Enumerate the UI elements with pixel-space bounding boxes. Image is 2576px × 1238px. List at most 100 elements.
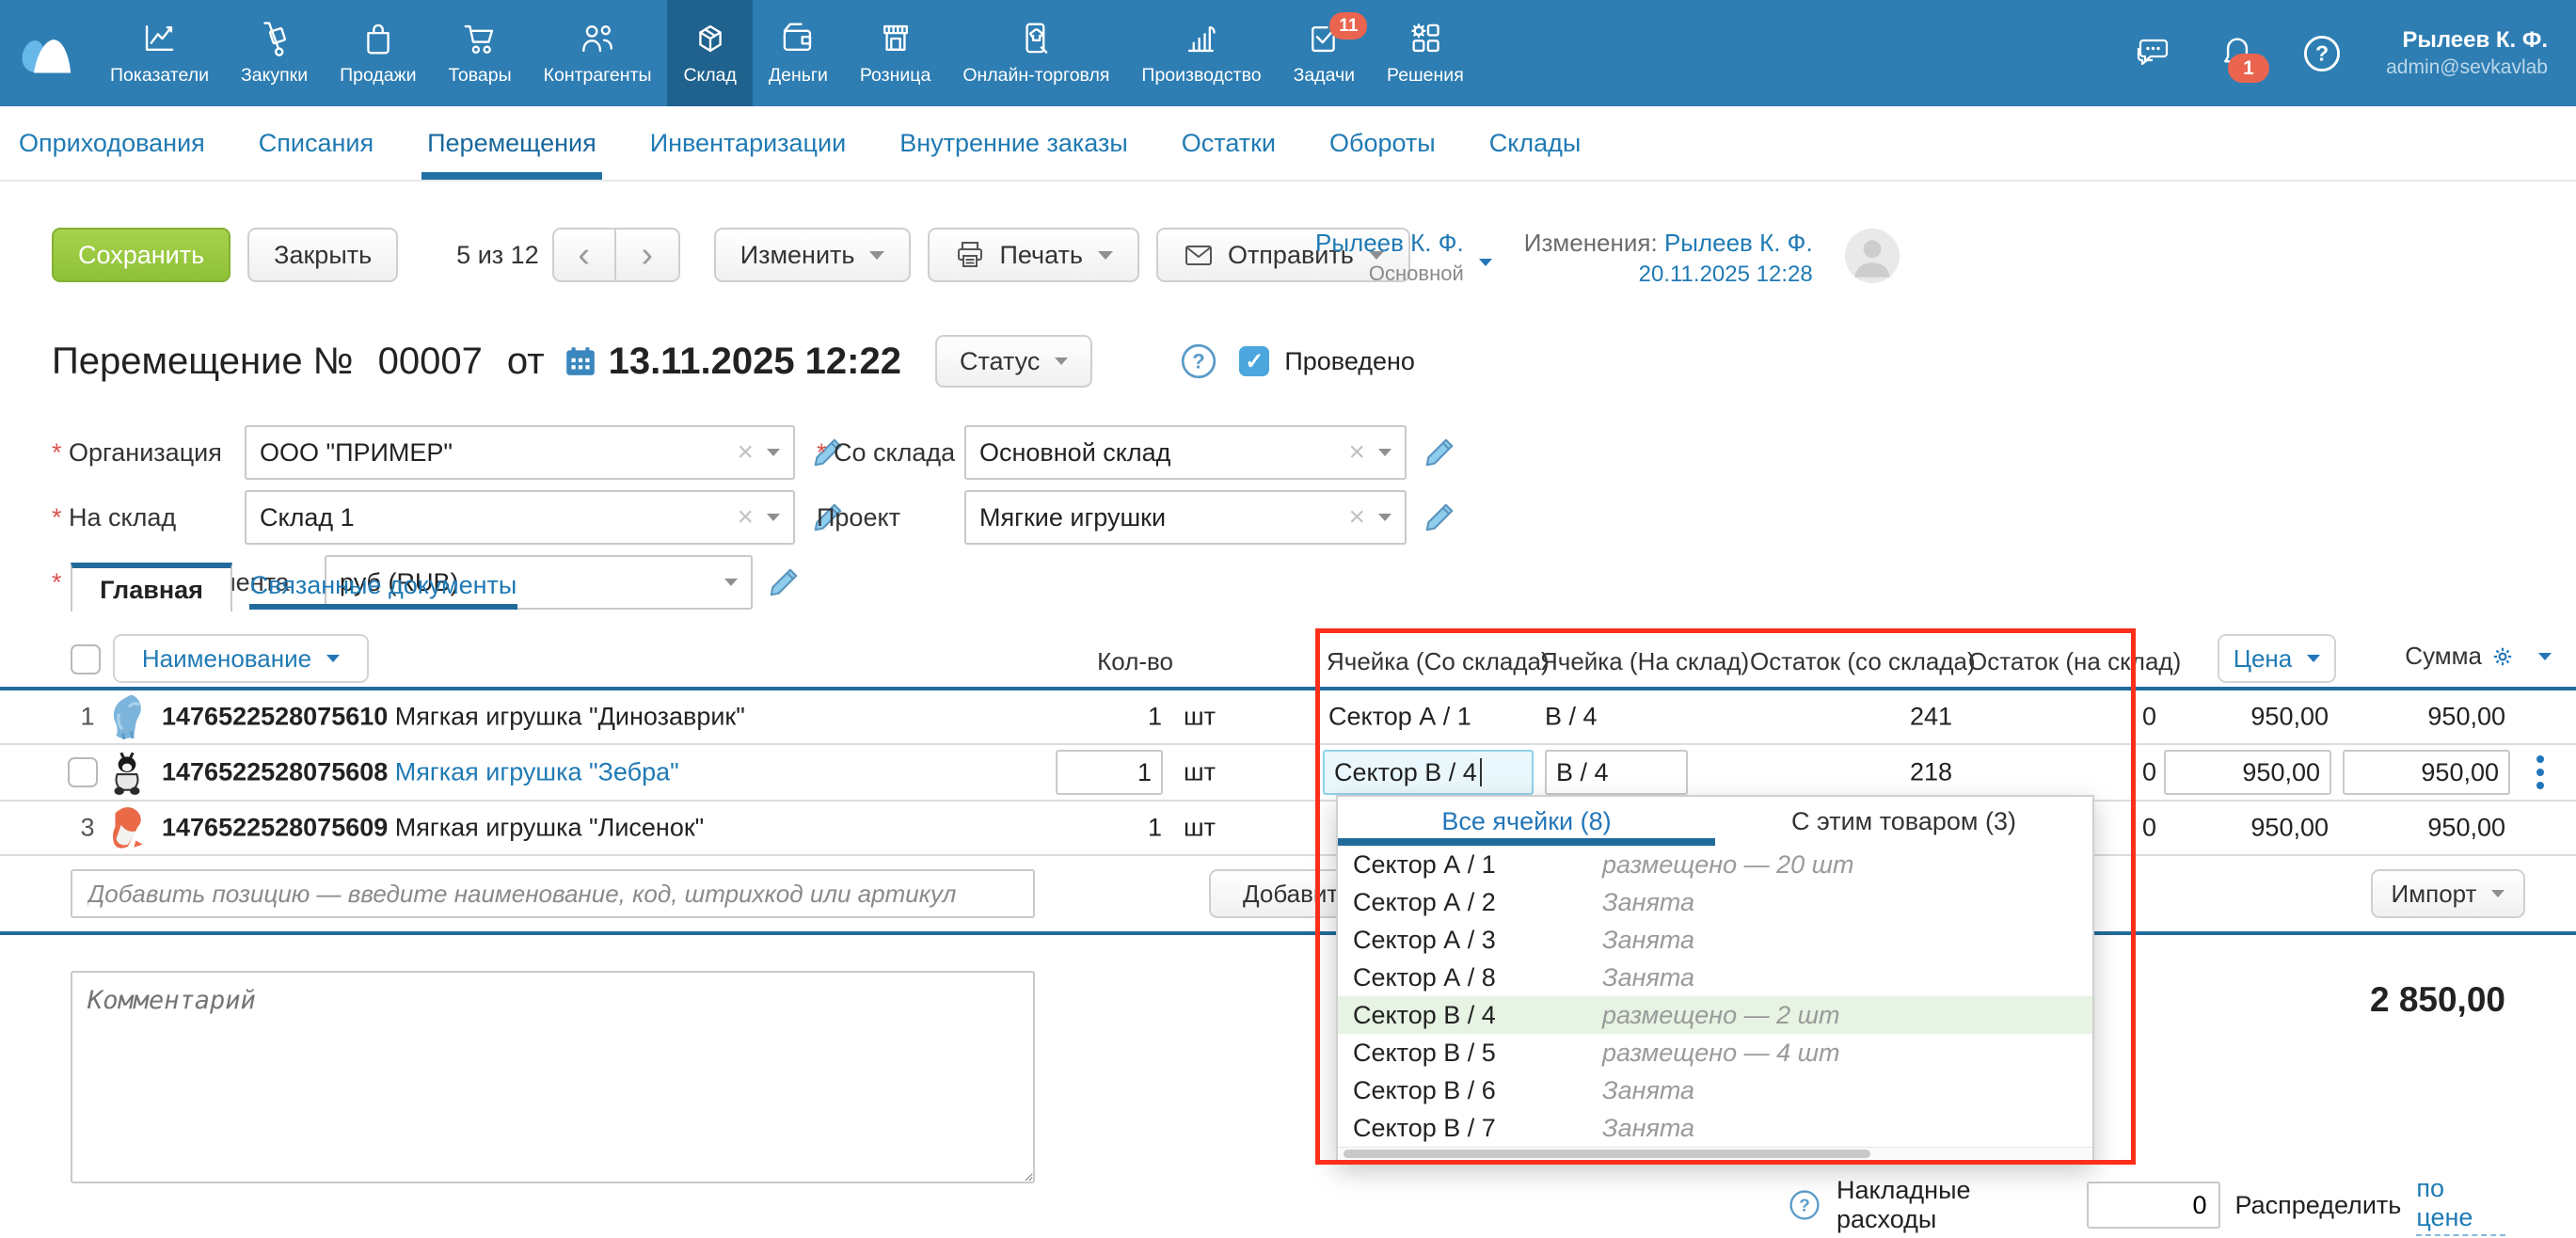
print-menu-button[interactable]: Печать	[928, 228, 1138, 282]
quantity-input[interactable]	[1056, 750, 1163, 795]
clear-icon[interactable]: ×	[737, 501, 754, 533]
calendar-icon[interactable]	[564, 344, 597, 378]
table-row[interactable]: 3 1476522528075609 Мягкая игрушка "Лисен…	[0, 802, 2576, 856]
tab-main[interactable]: Главная	[71, 563, 232, 611]
app-logo[interactable]	[0, 0, 94, 106]
topnav-item-production[interactable]: Производство	[1125, 0, 1277, 106]
tab-linked-documents[interactable]: Связанные документы	[249, 566, 517, 610]
clear-icon[interactable]: ×	[737, 436, 754, 468]
cell-from-column-header: Ячейка (Со склада)	[1327, 647, 1550, 676]
cell-option-name: Сектор В / 4	[1353, 1001, 1602, 1030]
cell-from-input[interactable]: Сектор В / 4	[1323, 750, 1534, 795]
table-row[interactable]: 1 1476522528075610 Мягкая игрушка "Диноз…	[0, 690, 2576, 745]
overhead-input[interactable]	[2087, 1182, 2220, 1229]
organization-select[interactable]: ООО "ПРИМЕР"×	[245, 425, 795, 480]
cell-option[interactable]: Сектор А / 2 Занята	[1338, 883, 2092, 921]
cell-to-input[interactable]	[1545, 750, 1688, 795]
subnav-item[interactable]: Перемещения	[427, 106, 596, 180]
price-column-button[interactable]: Цена	[2218, 634, 2336, 683]
subnav-item[interactable]: Склады	[1489, 106, 1582, 180]
help-circle-icon[interactable]	[1788, 1188, 1821, 1222]
cell-option[interactable]: Сектор В / 4 размещено — 2 шт	[1338, 996, 2092, 1034]
cell-option[interactable]: Сектор В / 7 Занята	[1338, 1109, 2092, 1147]
subnav-item[interactable]: Оприходования	[19, 106, 205, 180]
changed-by-link[interactable]: Рылеев К. Ф.	[1664, 229, 1813, 257]
chevron-down-icon	[1479, 259, 1492, 266]
owner-name[interactable]: Рылеев К. Ф.	[1315, 229, 1464, 258]
topnav-item-goods[interactable]: Товары	[433, 0, 528, 106]
unit-label: шт	[1184, 758, 1216, 787]
to-warehouse-select[interactable]: Склад 1×	[245, 490, 795, 545]
posted-label: Проведено	[1284, 347, 1415, 376]
price-value: 950,00	[2155, 703, 2329, 732]
tab-with-this-item[interactable]: С этим товаром (3)	[1715, 797, 2092, 846]
changed-at[interactable]: 20.11.2025 12:28	[1524, 262, 1813, 288]
sum-input[interactable]	[2343, 750, 2510, 795]
table-row-editing[interactable]: 1476522528075608 Мягкая игрушка "Зебра" …	[0, 745, 2576, 802]
cell-option[interactable]: Сектор А / 3 Занята	[1338, 921, 2092, 959]
topnav-item-tasks[interactable]: 11 Задачи	[1278, 0, 1371, 106]
topnav-item-sales[interactable]: Продажи	[324, 0, 432, 106]
name-column-button[interactable]: Наименование	[113, 634, 369, 683]
cell-option[interactable]: Сектор В / 5 размещено — 4 шт	[1338, 1034, 2092, 1071]
topnav-item-solutions[interactable]: Решения	[1371, 0, 1480, 106]
product-name-link[interactable]: Мягкая игрушка "Зебра"	[395, 758, 679, 786]
gear-icon[interactable]	[2490, 644, 2515, 669]
from-warehouse-select[interactable]: Основной склад×	[964, 425, 1407, 480]
subnav-item[interactable]: Списания	[259, 106, 374, 180]
user-menu[interactable]: Рылеев К. Ф. admin@sevkavlab	[2386, 27, 2548, 79]
edit-pencil-icon[interactable]	[1423, 500, 1456, 534]
tab-all-cells[interactable]: Все ячейки (8)	[1338, 797, 1715, 846]
avatar[interactable]	[1845, 229, 1900, 283]
topnav-item-metrics[interactable]: Показатели	[94, 0, 225, 106]
topnav-item-purchases[interactable]: Закупки	[225, 0, 324, 106]
subnav-item[interactable]: Инвентаризации	[650, 106, 847, 180]
topnav-item-retail[interactable]: Розница	[844, 0, 946, 106]
help-icon[interactable]	[2301, 33, 2343, 74]
owner-select[interactable]: Рылеев К. Ф. Основной	[1315, 229, 1492, 286]
product-thumbnail	[105, 803, 149, 852]
select-all-checkbox[interactable]	[71, 644, 101, 675]
clear-icon[interactable]: ×	[1348, 436, 1365, 468]
chevron-down-icon	[869, 251, 884, 260]
project-select[interactable]: Мягкие игрушки×	[964, 490, 1407, 545]
clear-icon[interactable]: ×	[1348, 501, 1365, 533]
price-input[interactable]	[2164, 750, 2331, 795]
import-button[interactable]: Импорт	[2371, 869, 2525, 918]
cell-option[interactable]: Сектор В / 6 Занята	[1338, 1071, 2092, 1109]
subnav-item[interactable]: Внутренние заказы	[899, 106, 1128, 180]
save-button[interactable]: Сохранить	[52, 228, 231, 282]
row-menu-icon[interactable]	[2536, 755, 2544, 789]
row-checkbox[interactable]	[68, 757, 98, 787]
top-navigation: Показатели Закупки Продажи Товары Контра…	[0, 0, 2576, 106]
chevron-down-icon[interactable]	[2538, 653, 2552, 660]
edit-menu-button[interactable]: Изменить	[714, 228, 912, 282]
notifications-bell-icon[interactable]: 1	[2217, 33, 2258, 74]
cell-option[interactable]: Сектор А / 8 Занята	[1338, 959, 2092, 996]
edit-pencil-icon[interactable]	[1423, 436, 1456, 469]
topnav-item-partners[interactable]: Контрагенты	[528, 0, 668, 106]
posted-checkbox[interactable]	[1239, 346, 1269, 376]
topnav-item-online[interactable]: Онлайн-торговля	[946, 0, 1125, 106]
close-button[interactable]: Закрыть	[247, 228, 398, 282]
status-button[interactable]: Статус	[935, 335, 1092, 388]
scrollbar-thumb[interactable]	[1344, 1150, 1870, 1158]
dropdown-scrollbar[interactable]	[1338, 1147, 2092, 1160]
add-position-input[interactable]	[71, 869, 1035, 918]
document-toolbar: Сохранить Закрыть 5 из 12 ‹ › Изменить П…	[52, 228, 1410, 282]
subnav-item[interactable]: Остатки	[1182, 106, 1276, 180]
document-datetime[interactable]: 13.11.2025 12:22	[609, 341, 901, 383]
next-document-button[interactable]: ›	[616, 228, 680, 282]
document-number[interactable]: 00007	[378, 341, 483, 383]
help-circle-icon[interactable]	[1179, 341, 1218, 381]
comment-textarea[interactable]	[71, 971, 1035, 1183]
chat-icon[interactable]	[2132, 33, 2173, 74]
topnav-item-money[interactable]: Деньги	[753, 0, 844, 106]
notifications-badge: 1	[2228, 54, 2269, 83]
topnav-item-warehouse[interactable]: Склад	[667, 0, 752, 106]
subnav-item[interactable]: Обороты	[1329, 106, 1436, 180]
prev-document-button[interactable]: ‹	[552, 228, 616, 282]
distribute-by-price-link[interactable]: по цене	[2416, 1174, 2505, 1236]
goods-icon	[461, 20, 499, 57]
cell-option[interactable]: Сектор А / 1 размещено — 20 шт	[1338, 846, 2092, 883]
